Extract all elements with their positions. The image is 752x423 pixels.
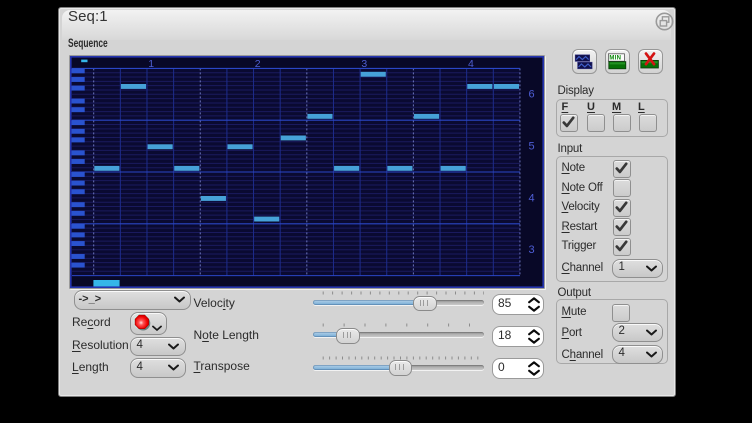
svg-text:3: 3 <box>529 244 535 256</box>
svg-text:2: 2 <box>255 58 261 70</box>
svg-text:6: 6 <box>529 89 535 101</box>
svg-text:4: 4 <box>529 192 535 204</box>
svg-text:MIN: MIN <box>609 56 621 62</box>
svg-text:4: 4 <box>468 58 474 70</box>
svg-text:5: 5 <box>529 141 535 153</box>
svg-text:3: 3 <box>361 58 367 70</box>
svg-text:1: 1 <box>148 58 154 70</box>
